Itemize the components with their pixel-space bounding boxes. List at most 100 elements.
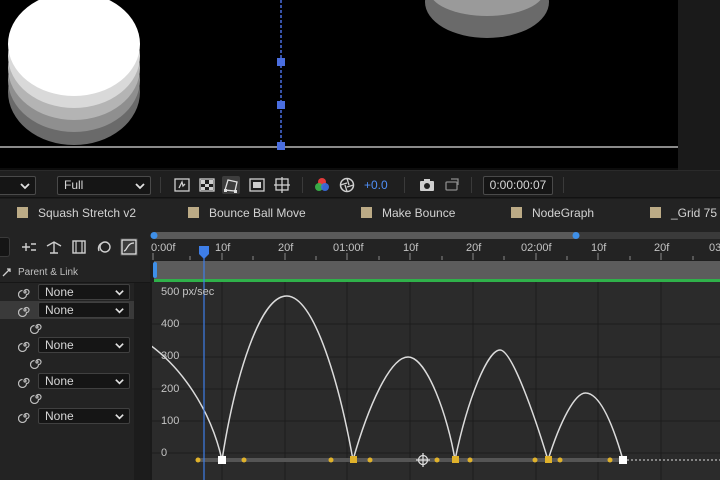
tab-label: Squash Stretch v2 — [38, 206, 137, 220]
pick-whip-spiral-icon[interactable] — [18, 338, 32, 352]
ruler-label: 01:00f — [333, 242, 364, 254]
y-axis-label: 300 — [161, 350, 180, 362]
y-axis-label: 400 — [161, 318, 180, 330]
keyframe-selected[interactable] — [619, 456, 627, 464]
ruler-label: 10f — [591, 242, 607, 254]
toolbar-divider — [302, 177, 303, 193]
viewer-side-panel — [678, 0, 720, 170]
keyframe[interactable] — [545, 456, 552, 463]
layer-parent-row: None — [0, 283, 134, 301]
show-snapshot-icon[interactable] — [443, 176, 461, 194]
layer-outline-panel: Parent & Link None None None None None — [0, 227, 150, 480]
toolbar-divider — [563, 177, 564, 193]
ruler-label: 03 — [709, 242, 720, 254]
chevron-down-icon — [115, 290, 124, 296]
parent-dropdown[interactable]: None — [38, 373, 130, 389]
motion-path-keyframe-1[interactable] — [277, 58, 285, 66]
keyframe-selected[interactable] — [218, 456, 226, 464]
tab-grid-75[interactable]: _Grid 75 — [650, 199, 720, 227]
resolution-dropdown[interactable]: Full — [57, 176, 151, 195]
parent-link-column-header[interactable]: Parent & Link — [0, 263, 150, 283]
tab-make-bounce[interactable]: Make Bounce — [361, 199, 491, 227]
y-axis-label: 0 — [161, 447, 168, 459]
timeline-switches-toolbar — [0, 231, 150, 257]
pick-whip-spiral-icon[interactable] — [30, 320, 44, 334]
draft-3d-icon[interactable] — [45, 238, 63, 256]
graph-editor-toggle[interactable] — [120, 238, 138, 256]
time-ruler-bg — [150, 227, 720, 260]
pick-whip-spiral-icon[interactable] — [30, 390, 44, 404]
parent-link-label: Parent & Link — [18, 267, 79, 278]
pick-whip-spiral-icon[interactable] — [18, 374, 32, 388]
pick-whip-spiral-icon[interactable] — [30, 355, 44, 369]
work-area-end-handle[interactable] — [572, 232, 580, 239]
chevron-down-icon — [115, 414, 124, 420]
parent-dropdown[interactable]: None — [38, 284, 130, 300]
viewer-artwork — [0, 0, 678, 150]
viewer-toolbar: Full +0.0 0:00:00:07 — [0, 170, 720, 198]
parent-dropdown[interactable]: None — [38, 302, 130, 318]
tab-bounce-ball-move[interactable]: Bounce Ball Move — [188, 199, 338, 227]
color-channels-icon[interactable] — [313, 176, 331, 194]
work-area-indicator — [154, 279, 720, 282]
guides-icon[interactable] — [273, 176, 291, 194]
current-time-display[interactable]: 0:00:00:07 — [483, 176, 553, 195]
motion-path-keyframe-2[interactable] — [277, 101, 285, 109]
ruler-label: 20f — [466, 242, 482, 254]
pick-whip-spiral-icon[interactable] — [18, 409, 32, 423]
graph-editor-canvas[interactable] — [150, 227, 720, 480]
after-effects-window: Full +0.0 0:00:00:07 Squash Stretch v2 B… — [0, 0, 720, 480]
snapshot-icon[interactable] — [173, 176, 191, 194]
camera-icon[interactable] — [418, 176, 436, 194]
chevron-down-icon — [20, 183, 30, 190]
tab-label: Make Bounce — [382, 206, 456, 220]
mask-path-toggle[interactable] — [222, 176, 240, 194]
composition-tabs: Squash Stretch v2 Bounce Ball Move Make … — [0, 199, 720, 227]
transparency-grid-icon[interactable] — [198, 176, 216, 194]
graph-editor[interactable]: 0:00f 10f 20f 01:00f 10f 20f 02:00f 10f … — [150, 227, 720, 480]
mask-path-icon — [224, 179, 238, 193]
ruler-label: 0:00f — [151, 242, 176, 254]
label-color-swatch — [188, 207, 199, 218]
parent-value: None — [45, 409, 74, 423]
graph-editor-icon — [121, 239, 137, 255]
shy-layers-icon[interactable] — [20, 238, 38, 256]
work-area-bar[interactable] — [154, 232, 576, 239]
motion-path-keyframe-3[interactable] — [277, 142, 285, 150]
composition-viewer[interactable] — [0, 0, 720, 170]
pick-whip-spiral-icon[interactable] — [18, 303, 32, 317]
work-area-start-handle[interactable] — [150, 232, 158, 239]
exposure-value[interactable]: +0.0 — [364, 178, 388, 192]
layer-parent-row: None — [0, 336, 134, 354]
magnification-dropdown[interactable] — [0, 176, 36, 195]
pick-whip-spiral-icon[interactable] — [18, 285, 32, 299]
motion-blur-icon[interactable] — [95, 238, 113, 256]
exposure-reset-icon[interactable] — [338, 176, 356, 194]
tab-label: Bounce Ball Move — [209, 206, 306, 220]
keyframe[interactable] — [452, 456, 459, 463]
label-color-swatch — [361, 207, 372, 218]
parent-dropdown[interactable]: None — [38, 408, 130, 424]
graph-background — [150, 282, 720, 480]
frame-blending-icon[interactable] — [70, 238, 88, 256]
y-axis-label: 200 — [161, 383, 180, 395]
ruler-label: 20f — [278, 242, 294, 254]
layer-in-point[interactable] — [153, 262, 157, 278]
toolbar-divider — [404, 177, 405, 193]
tab-label: NodeGraph — [532, 206, 595, 220]
keyframe[interactable] — [350, 456, 357, 463]
layer-search-field[interactable] — [0, 237, 10, 257]
layer-duration-bar[interactable] — [154, 261, 720, 280]
panel-splitter[interactable] — [134, 283, 150, 480]
tab-squash-stretch-v2[interactable]: Squash Stretch v2 — [17, 199, 167, 227]
tab-label: _Grid 75 — [671, 206, 718, 220]
ruler-label: 10f — [215, 242, 231, 254]
parent-dropdown[interactable]: None — [38, 337, 130, 353]
tab-nodegraph[interactable]: NodeGraph — [511, 199, 631, 227]
composition-canvas[interactable] — [0, 0, 678, 168]
label-color-swatch — [650, 207, 661, 218]
ruler-label: 20f — [654, 242, 670, 254]
region-of-interest-icon[interactable] — [248, 176, 266, 194]
ruler-label: 02:00f — [521, 242, 552, 254]
chevron-down-icon — [135, 183, 145, 190]
